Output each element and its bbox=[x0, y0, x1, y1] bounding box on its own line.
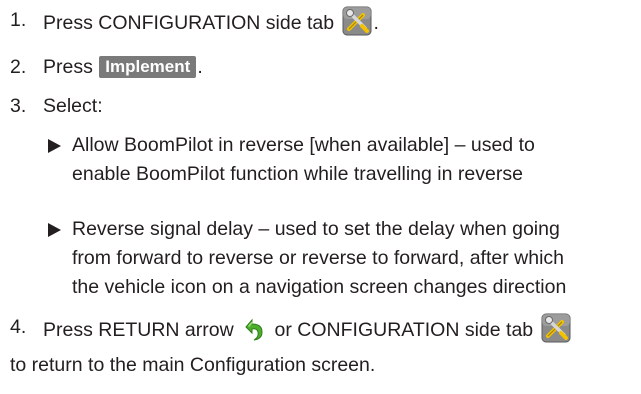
step-number: 3. bbox=[10, 95, 27, 117]
bullet-line: Allow BoomPilot in reverse [when availab… bbox=[72, 134, 535, 156]
step-text: Press CONFIGURATION side tab bbox=[43, 12, 335, 34]
bullet-line: Reverse signal delay – used to set the d… bbox=[72, 218, 560, 240]
step-text-middle: or CONFIGURATION side tab bbox=[274, 319, 534, 341]
step-text: Select: bbox=[43, 95, 103, 117]
implement-button[interactable]: Implement bbox=[99, 56, 197, 78]
configuration-tools-icon bbox=[541, 313, 571, 352]
step-number: 1. bbox=[10, 9, 27, 31]
bullet-line: the vehicle icon on a navigation screen … bbox=[72, 276, 567, 298]
step-text: to return to the main Configuration scre… bbox=[10, 354, 376, 376]
bullet-line: from forward to reverse or reverse to fo… bbox=[72, 247, 565, 269]
bullet-triangle-icon bbox=[48, 223, 61, 237]
bullet-line: enable BoomPilot function while travelli… bbox=[72, 163, 523, 185]
return-arrow-icon bbox=[241, 317, 267, 352]
step-text: Press RETURN arrow bbox=[43, 319, 234, 341]
step-number: 2. bbox=[10, 56, 27, 78]
step-text-end: . bbox=[373, 12, 379, 34]
step-4-continuation: to return to the main Configuration scre… bbox=[10, 351, 375, 380]
step-text: Press bbox=[43, 56, 93, 78]
step-text-end: . bbox=[197, 56, 203, 78]
instruction-list: 1. Press CONFIGURATION side tab . 2. Pre… bbox=[0, 0, 641, 394]
step-number: 4. bbox=[10, 316, 27, 338]
configuration-tools-icon bbox=[342, 6, 372, 45]
bullet-triangle-icon bbox=[48, 139, 61, 153]
